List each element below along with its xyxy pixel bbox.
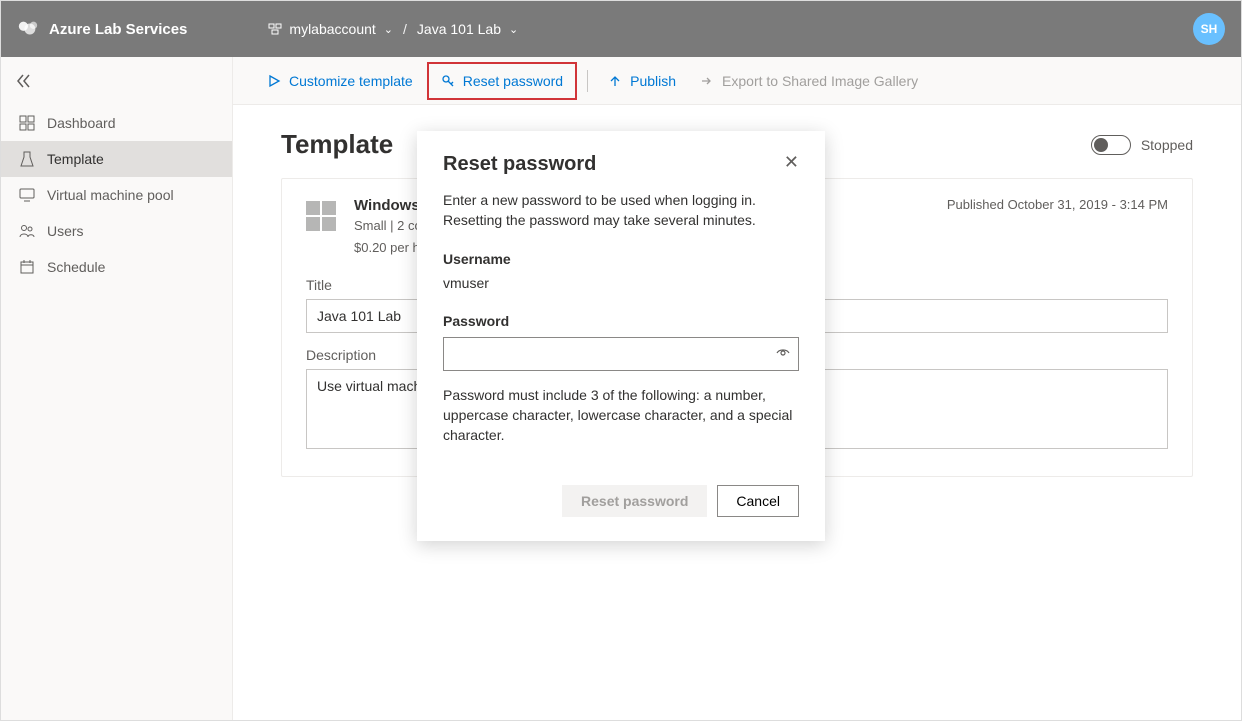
sidebar-item-vm-pool[interactable]: Virtual machine pool [1, 177, 232, 213]
avatar[interactable]: SH [1193, 13, 1225, 45]
play-icon [267, 74, 281, 88]
reveal-password-icon[interactable] [775, 345, 791, 364]
dialog-cancel-button[interactable]: Cancel [717, 485, 799, 517]
dialog-description: Enter a new password to be used when log… [443, 190, 799, 231]
breadcrumb: mylabaccount ⌄ / Java 101 Lab ⌄ [267, 21, 518, 37]
sidebar-item-dashboard[interactable]: Dashboard [1, 105, 232, 141]
breadcrumb-lab-label: Java 101 Lab [417, 21, 501, 37]
close-icon[interactable]: ✕ [784, 153, 799, 171]
command-separator [587, 70, 588, 92]
product-logo: Azure Lab Services [17, 18, 187, 40]
breadcrumb-account[interactable]: mylabaccount ⌄ [267, 21, 393, 37]
cmd-label: Customize template [289, 73, 413, 89]
chevron-down-icon: ⌄ [384, 23, 393, 36]
vm-state-label: Stopped [1141, 137, 1193, 153]
breadcrumb-account-label: mylabaccount [289, 21, 375, 37]
product-name: Azure Lab Services [49, 21, 187, 38]
vm-pool-icon [19, 187, 35, 203]
dashboard-icon [19, 115, 35, 131]
cmd-label: Export to Shared Image Gallery [722, 73, 918, 89]
key-icon [441, 74, 455, 88]
upload-icon [608, 74, 622, 88]
sidebar-item-label: Virtual machine pool [47, 187, 174, 203]
sidebar-item-label: Schedule [47, 259, 105, 275]
breadcrumb-lab[interactable]: Java 101 Lab ⌄ [417, 21, 518, 37]
sidebar: Dashboard Template Virtual machine pool … [1, 57, 233, 720]
sidebar-item-users[interactable]: Users [1, 213, 232, 249]
username-label: Username [443, 251, 799, 267]
windows-icon [306, 201, 336, 231]
chevron-down-icon: ⌄ [509, 23, 518, 36]
export-icon [700, 74, 714, 88]
sidebar-item-label: Template [47, 151, 104, 167]
template-icon [19, 151, 35, 167]
password-label: Password [443, 313, 799, 329]
cmd-label: Reset password [463, 73, 563, 89]
schedule-icon [19, 259, 35, 275]
vm-power-toggle[interactable] [1091, 135, 1131, 155]
dialog-title: Reset password [443, 153, 596, 176]
sidebar-item-schedule[interactable]: Schedule [1, 249, 232, 285]
sidebar-item-template[interactable]: Template [1, 141, 232, 177]
reset-password-dialog: Reset password ✕ Enter a new password to… [417, 131, 825, 541]
page-title: Template [281, 129, 393, 160]
dialog-reset-button[interactable]: Reset password [562, 485, 707, 517]
sidebar-item-label: Dashboard [47, 115, 116, 131]
export-gallery-button: Export to Shared Image Gallery [690, 65, 928, 97]
published-timestamp: Published October 31, 2019 - 3:14 PM [947, 197, 1168, 212]
customize-template-button[interactable]: Customize template [257, 65, 423, 97]
cmd-label: Publish [630, 73, 676, 89]
account-icon [267, 21, 283, 37]
chevron-double-left-icon [15, 72, 33, 90]
users-icon [19, 223, 35, 239]
reset-password-button[interactable]: Reset password [427, 62, 577, 100]
password-hint: Password must include 3 of the following… [443, 385, 799, 446]
collapse-sidebar-button[interactable] [1, 57, 232, 105]
topbar: Azure Lab Services mylabaccount ⌄ / Java… [1, 1, 1241, 57]
sidebar-item-label: Users [47, 223, 84, 239]
publish-button[interactable]: Publish [598, 65, 686, 97]
azure-lab-icon [17, 18, 39, 40]
command-bar: Customize template Reset password Publis… [233, 57, 1241, 105]
breadcrumb-separator: / [403, 21, 407, 37]
password-input[interactable] [443, 337, 799, 371]
username-value: vmuser [443, 275, 799, 291]
